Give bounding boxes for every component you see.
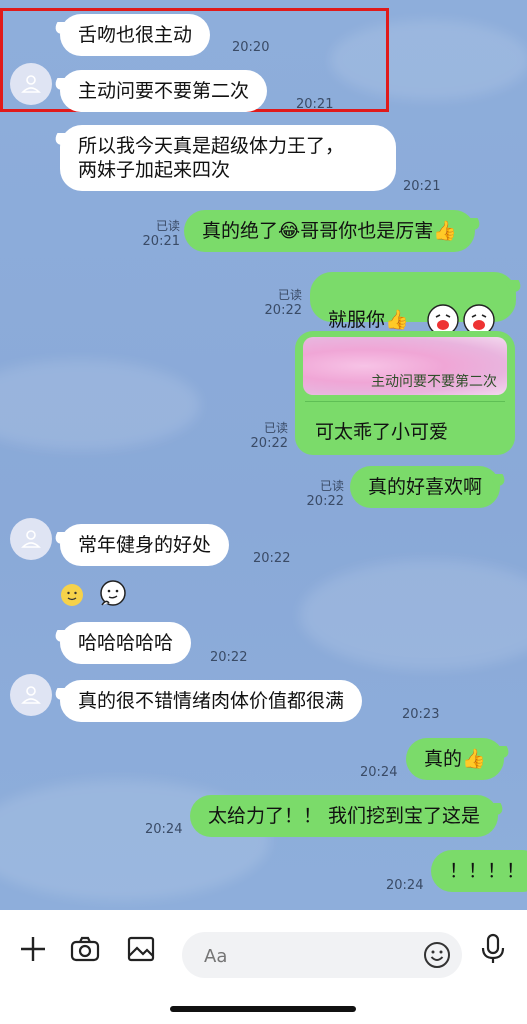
emoji-icon[interactable]	[422, 940, 452, 974]
person-icon	[21, 530, 41, 548]
person-icon	[21, 686, 41, 704]
avatar[interactable]	[10, 63, 52, 105]
read-receipt: 已读 20:21	[142, 219, 180, 249]
message-time: 20:20	[232, 40, 270, 55]
message-time: 20:21	[296, 97, 334, 112]
message-time: 20:24	[145, 822, 183, 837]
divider	[305, 401, 505, 402]
message-input[interactable]	[202, 942, 426, 970]
message-text: 可太乖了小可爱	[315, 421, 449, 443]
message-bubble[interactable]: 真的很不错情绪肉体价值都很满	[60, 680, 363, 722]
message-bubble[interactable]: 真的绝了😂哥哥你也是厉害👍	[184, 210, 475, 252]
message-bubble[interactable]: 真的👍	[406, 738, 504, 780]
message-bubble[interactable]: 舌吻也很主动	[60, 14, 211, 56]
thinking-sticker[interactable]	[98, 579, 128, 613]
read-receipt: 已读 20:22	[250, 421, 288, 451]
message-bubble[interactable]: 就服你👍	[310, 272, 516, 336]
chat-area[interactable]: 舌吻也很主动 20:20 主动问要不要第二次 20:21 所以我今天真是超级体力…	[0, 0, 527, 910]
avatar[interactable]	[10, 518, 52, 560]
message-time: 20:24	[386, 878, 424, 893]
message-bubble[interactable]: 常年健身的好处	[60, 524, 230, 566]
microphone-icon[interactable]	[476, 932, 510, 966]
home-indicator[interactable]	[170, 1006, 356, 1012]
read-receipt: 已读 20:22	[306, 479, 344, 509]
message-bubble[interactable]: 哈哈哈哈哈	[60, 622, 192, 664]
message-time: 20:23	[402, 707, 440, 722]
message-time: 20:22	[253, 551, 291, 566]
message-time: 20:21	[403, 179, 441, 194]
message-bubble[interactable]: 所以我今天真是超级体力王了， 两妹子加起来四次	[60, 125, 396, 191]
message-time: 20:22	[210, 650, 248, 665]
person-icon	[21, 75, 41, 93]
reply-message[interactable]: 主动问要不要第二次 可太乖了小可爱	[295, 331, 515, 455]
plus-icon[interactable]	[16, 932, 50, 966]
image-icon[interactable]	[124, 932, 158, 966]
message-input-container[interactable]	[182, 932, 462, 978]
avatar[interactable]	[10, 674, 52, 716]
message-bubble[interactable]: 主动问要不要第二次	[60, 70, 268, 112]
camera-icon[interactable]	[68, 932, 102, 966]
message-bubble[interactable]: 太给力了！！ 我们挖到宝了这是	[190, 795, 499, 837]
message-time: 20:24	[360, 765, 398, 780]
message-bubble[interactable]: ！！！！	[431, 850, 527, 892]
quoted-text: 主动问要不要第二次	[371, 374, 497, 390]
message-text: 就服你👍	[328, 309, 409, 331]
smile-sticker[interactable]	[60, 583, 84, 611]
message-bubble[interactable]: 真的好喜欢啊	[350, 466, 501, 508]
read-receipt: 已读 20:22	[264, 288, 302, 318]
